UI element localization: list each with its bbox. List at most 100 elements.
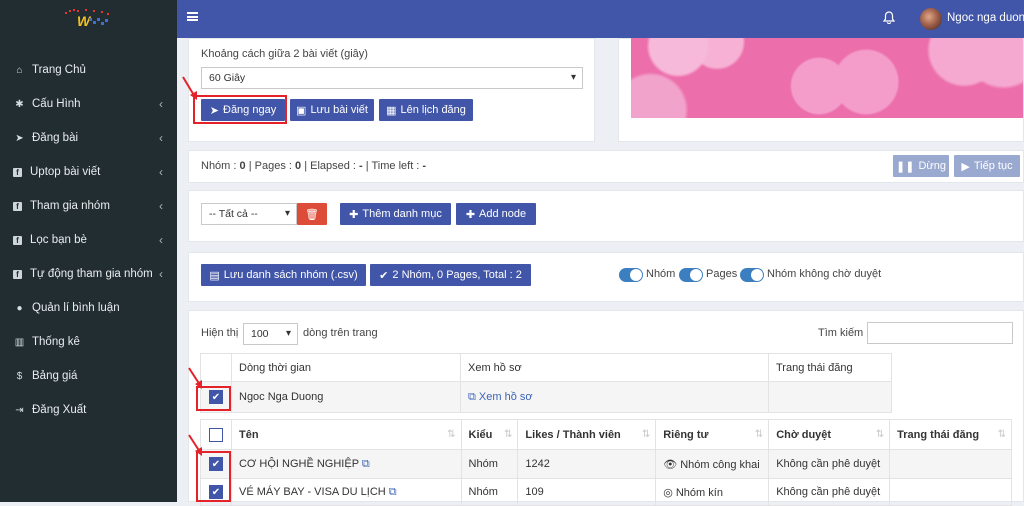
- facebook-icon: f: [13, 269, 22, 279]
- category-select-value: -- Tất cả --: [209, 208, 258, 220]
- post-now-button[interactable]: ➤ Đăng ngay: [201, 99, 285, 121]
- trash-icon: 🗑: [305, 208, 319, 221]
- view-profile-link[interactable]: ⧉ Xem hồ sơ: [460, 381, 769, 413]
- groups-value: 0: [239, 160, 246, 172]
- sidebar-item-label: Bảng giá: [32, 370, 78, 382]
- stop-button[interactable]: ❚❚ Dừng: [893, 155, 949, 177]
- external-link-icon[interactable]: ⧉: [389, 486, 397, 498]
- add-node-label: Add node: [479, 208, 527, 220]
- top-navbar: Ngoc nga duong: [177, 0, 1024, 38]
- sidebar-item-label: Thống kê: [32, 336, 80, 348]
- stop-label: Dừng: [918, 160, 946, 172]
- group-name: VÉ MÁY BAY - VISA DU LỊCH: [238, 485, 386, 498]
- progress-text: Nhóm : 0 | Pages : 0 | Elapsed : - | Tim…: [201, 160, 426, 172]
- plus-icon: ✚: [349, 208, 359, 221]
- group-members: 1242: [517, 449, 657, 479]
- profile-status: [768, 381, 892, 413]
- preview-image: [631, 38, 1023, 118]
- sidebar-item[interactable]: ⌂ Trang Chủ: [0, 53, 177, 87]
- sidebar-item[interactable]: ➤ Đăng bài ‹: [0, 121, 177, 155]
- sidebar-item[interactable]: f Tham gia nhóm ‹: [0, 189, 177, 223]
- calendar-icon: ▦: [386, 104, 397, 117]
- category-select[interactable]: -- Tất cả --: [201, 203, 297, 225]
- sign-out-icon: ⇥: [15, 404, 24, 416]
- sort-icon: ⇅: [504, 428, 513, 440]
- hamburger-icon[interactable]: [187, 12, 198, 21]
- page-size-select[interactable]: 100: [243, 323, 298, 345]
- bell-icon[interactable]: [882, 11, 896, 27]
- sidebar-item[interactable]: ▥ Thống kê: [0, 325, 177, 359]
- select-all-checkbox[interactable]: [208, 427, 223, 442]
- group-type: Nhóm: [460, 449, 519, 479]
- external-link-icon: ⧉: [468, 390, 479, 403]
- row-checkbox-cell: [200, 478, 232, 506]
- external-link-icon[interactable]: ⧉: [362, 458, 370, 470]
- header-name[interactable]: Tên ⇅: [230, 419, 462, 450]
- continue-label: Tiếp tục: [973, 160, 1013, 172]
- delete-category-button[interactable]: 🗑: [297, 203, 327, 225]
- sidebar-item-label: Uptop bài viết: [30, 166, 101, 178]
- post-now-label: Đăng ngay: [223, 104, 277, 116]
- save-post-label: Lưu bài viết: [310, 104, 368, 116]
- header-status[interactable]: Trang thái đăng ⇅: [889, 419, 1012, 450]
- interval-select-value: 60 Giây: [209, 72, 246, 84]
- group-privacy-cell: 👁 Nhóm công khai: [655, 449, 770, 479]
- header-approval[interactable]: Chờ duyệt ⇅: [768, 419, 891, 450]
- group-status: [889, 478, 1012, 506]
- toggle-groups[interactable]: [619, 268, 643, 282]
- sidebar-item[interactable]: f Lọc bạn bè ‹: [0, 223, 177, 257]
- chevron-left-icon: ‹: [159, 267, 163, 281]
- add-category-button[interactable]: ✚ Thêm danh mục: [340, 203, 451, 225]
- header-privacy-label: Riêng tư: [663, 428, 709, 441]
- chevron-left-icon: ‹: [159, 97, 163, 111]
- groups-table: Tên ⇅ Kiểu ⇅ Likes / Thành viên ⇅ Riêng tư ⇅…: [200, 419, 1012, 506]
- profile-name: Ngoc Nga Duong: [231, 381, 461, 413]
- add-category-label: Thêm danh mục: [362, 208, 442, 220]
- toggle-no-wait-label: Nhóm không chờ duyệt: [767, 268, 882, 280]
- profile-checkbox[interactable]: [209, 390, 223, 404]
- header-type[interactable]: Kiểu ⇅: [460, 419, 519, 450]
- group-approval: Không cần phê duyệt: [768, 449, 891, 479]
- header-name-label: Tên: [238, 428, 259, 441]
- schedule-button[interactable]: ▦ Lên lịch đăng: [379, 99, 473, 121]
- group-checkbox[interactable]: [208, 485, 223, 499]
- save-csv-button[interactable]: ▤ Lưu danh sách nhóm (.csv): [201, 264, 366, 286]
- toggle-no-wait[interactable]: [740, 268, 764, 282]
- sidebar-item-label: Cấu Hình: [32, 98, 81, 110]
- header-members[interactable]: Likes / Thành viên ⇅: [517, 419, 657, 450]
- app-logo[interactable]: W: [0, 0, 177, 40]
- page-size-value: 100: [251, 328, 269, 340]
- paper-plane-icon: ➤: [209, 104, 219, 117]
- facebook-icon: f: [13, 167, 22, 177]
- avatar[interactable]: [920, 8, 942, 30]
- sidebar-item-label: Trang Chủ: [32, 64, 86, 76]
- logo-icon: W: [63, 8, 115, 32]
- user-name[interactable]: Ngoc nga duong: [947, 12, 1024, 24]
- sidebar-item[interactable]: ● Quản lí bình luận: [0, 291, 177, 325]
- sidebar-item[interactable]: f Uptop bài viết ‹: [0, 155, 177, 189]
- sidebar-item[interactable]: ⇥ Đăng Xuất: [0, 393, 177, 427]
- group-name: CƠ HỘI NGHỀ NGHIỆP: [238, 457, 359, 470]
- toggle-pages[interactable]: [679, 268, 703, 282]
- continue-button[interactable]: ▶ Tiếp tục: [954, 155, 1020, 177]
- sidebar-item[interactable]: $ Bảng giá: [0, 359, 177, 393]
- paper-plane-icon: ➤: [15, 132, 24, 144]
- sidebar-item[interactable]: ✱ Cấu Hình ‹: [0, 87, 177, 121]
- sidebar-item[interactable]: f Tự động tham gia nhóm ‹: [0, 257, 177, 291]
- group-checkbox[interactable]: [208, 457, 223, 471]
- sort-icon: ⇅: [447, 428, 456, 440]
- interval-select[interactable]: 60 Giây: [201, 67, 583, 89]
- category-panel: -- Tất cả -- 🗑 ✚Thêm danh mục ✚Add node: [188, 190, 1024, 242]
- group-name-cell: VÉ MÁY BAY - VISA DU LỊCH ⧉: [230, 478, 462, 506]
- add-node-button[interactable]: ✚ Add node: [456, 203, 536, 225]
- search-input[interactable]: [867, 322, 1013, 344]
- summary-button[interactable]: ✔ 2 Nhóm, 0 Pages, Total : 2: [370, 264, 531, 286]
- profile-table-header: Dòng thời gian Xem hồ sơ Trang thái đăng: [200, 353, 1012, 382]
- gear-icon: ✱: [15, 98, 24, 110]
- plus-icon: ✚: [465, 208, 476, 221]
- header-privacy[interactable]: Riêng tư ⇅: [655, 419, 770, 450]
- timeleft-label: | Time left :: [365, 160, 420, 172]
- save-post-button[interactable]: ▣ Lưu bài viết: [290, 99, 374, 121]
- group-actions-panel: ▤ Lưu danh sách nhóm (.csv) ✔ 2 Nhóm, 0 Pa…: [188, 252, 1024, 302]
- table-row: VÉ MÁY BAY - VISA DU LỊCH ⧉ Nhóm 109 ◎ N…: [200, 478, 1012, 506]
